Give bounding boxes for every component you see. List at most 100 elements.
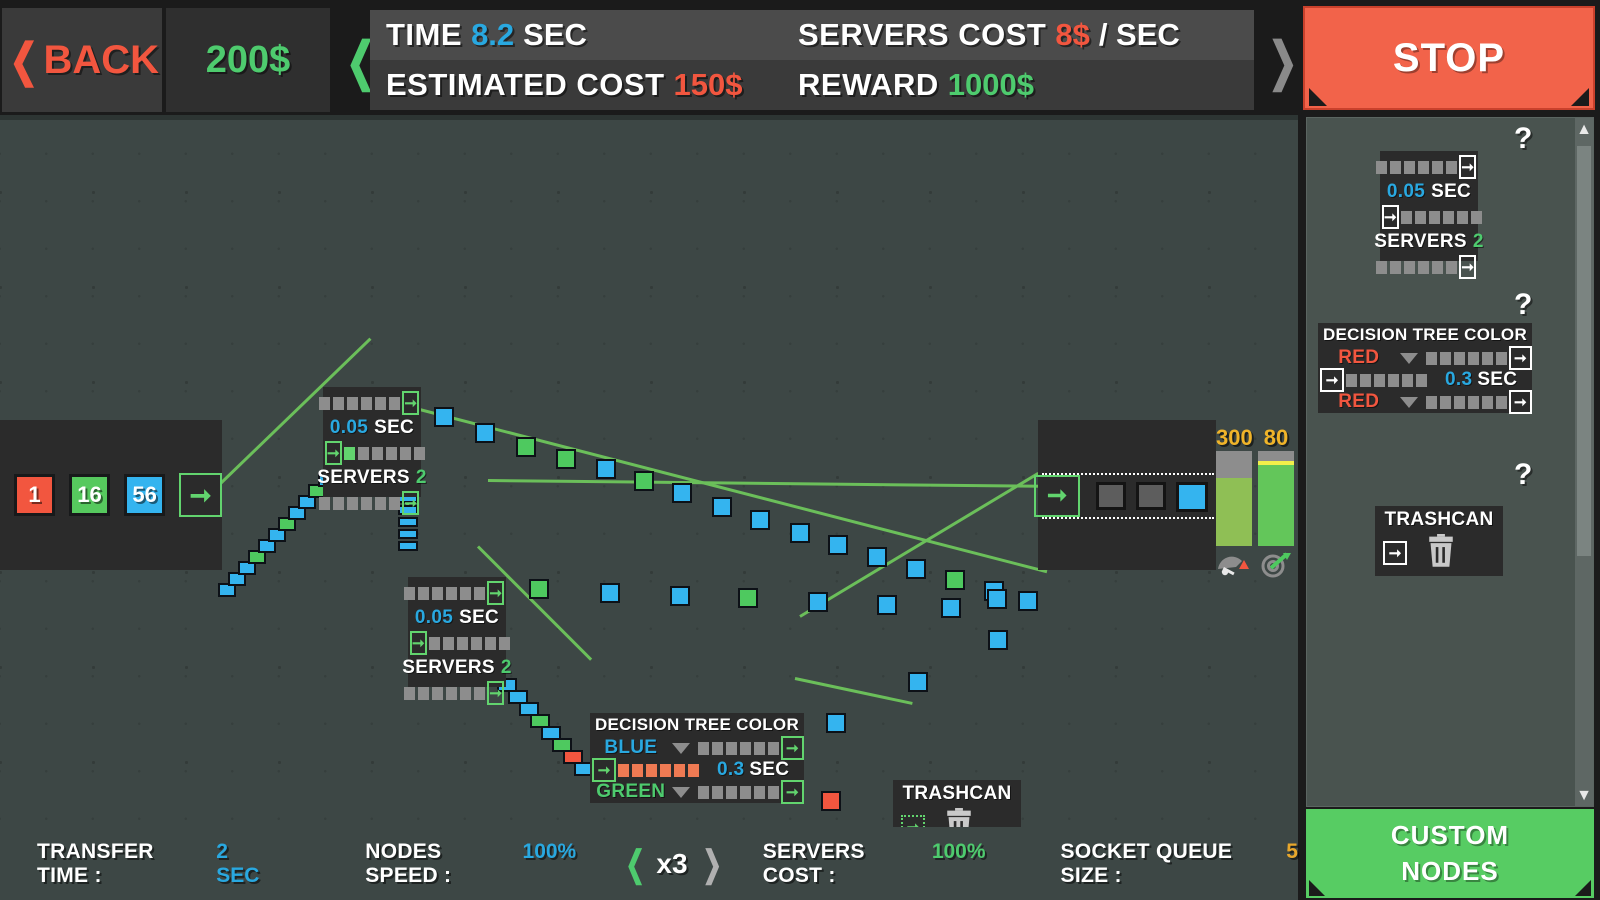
palette-server-servers-row: SERVERS 2 — [1374, 229, 1483, 255]
server-node-1[interactable]: ➞ 0.05 SEC ➞ SERVERS 2 ➞ — [317, 387, 426, 515]
input-node[interactable]: 1 16 56 ➞ — [0, 420, 223, 570]
output-node[interactable]: ➞ — [1034, 420, 1216, 570]
input-node-output-port[interactable]: ➞ — [179, 473, 223, 517]
next-level-button[interactable]: ❯ — [1268, 36, 1298, 88]
palette-server-bottom-port[interactable]: ➞ — [1459, 255, 1476, 279]
server1-bottom-port[interactable]: ➞ — [402, 491, 419, 515]
nodes-speed-setting[interactable]: NODES SPEED : 100% — [365, 840, 576, 888]
packet — [1018, 591, 1038, 611]
server1-servers-row: SERVERS 2 — [317, 465, 426, 491]
palette-item-server[interactable]: ➞ 0.05 SEC ➞ SERVERS 2 ➞ — [1374, 151, 1483, 279]
trashcan-node[interactable]: TRASHCAN ➞ — [893, 780, 1021, 827]
palette-trashcan-body-row: ➞ — [1375, 533, 1503, 572]
palette-dt-top-port[interactable]: ➞ — [1508, 346, 1532, 370]
stat-estimated-cost: ESTIMATED COST 150$ — [370, 67, 782, 103]
trashcan-input-port[interactable]: ➞ — [901, 815, 925, 827]
palette-dt-option-top[interactable]: RED — [1318, 347, 1400, 369]
palette-dt-input-port[interactable]: ➞ — [1320, 368, 1344, 392]
corner-decoration-left — [1309, 88, 1327, 106]
speedometer-icon — [1216, 552, 1252, 583]
triangle-down-icon[interactable]: ▼ — [1575, 784, 1593, 806]
help-icon-decision-tree[interactable]: ? — [1514, 288, 1532, 322]
arrow-right-icon: ➞ — [906, 818, 920, 828]
socket-queue-size-setting[interactable]: SOCKET QUEUE SIZE : 5 — [1061, 840, 1298, 888]
palette-item-trashcan[interactable]: TRASHCAN ➞ — [1375, 506, 1503, 576]
stats-panel: TIME 8.2 SEC SERVERS COST 8$ / SEC ESTIM… — [370, 10, 1254, 110]
server2-top-port[interactable]: ➞ — [487, 581, 504, 605]
trashcan-title-row: TRASHCAN — [893, 780, 1021, 808]
help-icon-server[interactable]: ? — [1514, 122, 1532, 156]
decision-tree-title: DECISION TREE COLOR — [594, 715, 800, 734]
palette-dt-title-row: DECISION TREE COLOR — [1318, 323, 1532, 347]
chevron-down-icon[interactable] — [671, 786, 690, 798]
decision-tree-bottom-port[interactable]: ➞ — [780, 780, 804, 804]
decision-tree-option-bottom-row: GREEN ➞ — [590, 780, 804, 804]
arrow-right-icon: ➞ — [1514, 393, 1527, 411]
speed-increase-button[interactable]: ❯ — [702, 845, 722, 882]
packet — [987, 589, 1007, 609]
prev-level-button[interactable]: ❮ — [346, 36, 376, 88]
server1-bottom-sockets — [319, 496, 401, 510]
chevron-down-icon[interactable] — [671, 742, 690, 754]
arrow-right-icon: ➞ — [1384, 208, 1397, 226]
palette-server-bottom-sockets — [1376, 260, 1458, 274]
decision-tree-input-port[interactable]: ➞ — [592, 758, 616, 782]
stat-servers-cost-label: SERVERS COST — [798, 17, 1047, 52]
transfer-time-setting[interactable]: TRANSFER TIME : 2 SEC — [37, 840, 272, 888]
packet — [398, 529, 418, 539]
palette-dt-option-bottom[interactable]: RED — [1318, 391, 1400, 413]
node-palette[interactable]: ▲ ▼ ? ? ? ➞ 0.05 SEC ➞ SERVERS 2 ➞ DECIS… — [1306, 117, 1594, 807]
stop-button[interactable]: STOP — [1303, 6, 1595, 110]
stat-time-value: 8.2 — [471, 17, 515, 52]
output-node-input-port[interactable]: ➞ — [1034, 475, 1080, 517]
palette-dt-bottom-port[interactable]: ➞ — [1508, 390, 1532, 414]
packet — [750, 510, 770, 530]
palette-trashcan-input-port[interactable]: ➞ — [1383, 541, 1407, 565]
triangle-up-icon[interactable]: ▲ — [1575, 118, 1593, 142]
palette-scrollbar[interactable]: ▲ ▼ — [1575, 118, 1593, 806]
palette-item-decision-tree[interactable]: DECISION TREE COLOR RED ➞ ➞ 0.3 SEC RED … — [1318, 323, 1532, 414]
chevron-down-icon[interactable] — [1399, 352, 1418, 364]
money-value: 200$ — [205, 38, 291, 81]
arrow-right-icon: ➞ — [412, 634, 425, 652]
arrow-right-icon: ➞ — [327, 444, 340, 462]
palette-dt-top-sockets — [1425, 351, 1507, 365]
palette-server-top-port[interactable]: ➞ — [1459, 155, 1476, 179]
scrollbar-thumb[interactable] — [1577, 146, 1591, 556]
transfer-time-label: TRANSFER TIME : — [37, 839, 154, 887]
output-gauge-1-fill — [1216, 477, 1252, 546]
server1-input-port[interactable]: ➞ — [325, 441, 342, 465]
nodes-speed-value: 100% — [522, 839, 577, 863]
speed-decrease-button[interactable]: ❮ — [626, 845, 646, 882]
server-node-2[interactable]: ➞ 0.05 SEC ➞ SERVERS 2 ➞ — [402, 577, 511, 705]
decision-tree-top-port[interactable]: ➞ — [780, 736, 804, 760]
server2-input-port[interactable]: ➞ — [410, 631, 427, 655]
chevron-down-icon[interactable] — [1399, 396, 1418, 408]
packet — [790, 523, 810, 543]
stats-row-top: TIME 8.2 SEC SERVERS COST 8$ / SEC — [370, 10, 1254, 60]
packet — [945, 570, 965, 590]
arrow-right-icon: ➞ — [404, 394, 417, 412]
decision-tree-option-top[interactable]: BLUE — [590, 737, 672, 759]
server2-bottom-port[interactable]: ➞ — [487, 681, 504, 705]
back-button[interactable]: ❮ BACK — [2, 8, 162, 112]
servers-cost-setting[interactable]: SERVERS COST : 100% — [763, 840, 986, 888]
bottom-settings-bar: TRANSFER TIME : 2 SEC NODES SPEED : 100%… — [0, 827, 1298, 900]
palette-server-input-port[interactable]: ➞ — [1382, 205, 1399, 229]
decision-tree-option-bottom[interactable]: GREEN — [590, 781, 672, 803]
output-gauge-1-body — [1216, 451, 1252, 546]
custom-nodes-button[interactable]: CUSTOM NODES — [1306, 809, 1594, 898]
decision-tree-time-value: 0.3 — [717, 759, 745, 780]
server1-queue-sockets — [343, 446, 425, 460]
socket-queue-size-value: 5 — [1286, 839, 1298, 863]
server1-servers-label: SERVERS — [317, 467, 410, 488]
node-graph-canvas[interactable]: 1 16 56 ➞ ➞ 0.05 SEC ➞ SERVERS 2 ➞ ➞ 0.0… — [0, 115, 1298, 827]
palette-server-queue-sockets — [1400, 210, 1482, 224]
help-icon-trashcan[interactable]: ? — [1514, 458, 1532, 492]
decision-tree-node[interactable]: DECISION TREE COLOR BLUE ➞ ➞ 0.3 SEC GRE… — [590, 713, 804, 804]
input-badge-blue: 56 — [124, 474, 166, 516]
output-gauge-2-fill — [1258, 462, 1294, 546]
money-display: 200$ — [166, 8, 330, 112]
server1-top-port[interactable]: ➞ — [402, 391, 419, 415]
arrow-right-icon: ➞ — [489, 684, 502, 702]
